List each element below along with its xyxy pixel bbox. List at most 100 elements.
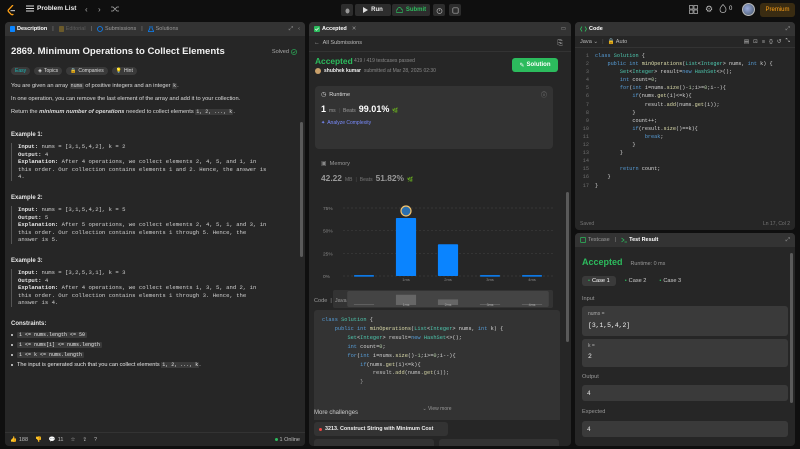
- analyze-complexity-link[interactable]: ✦ Analyze Complexity: [321, 120, 371, 126]
- notes-icon[interactable]: ▤: [744, 39, 749, 45]
- code-line[interactable]: 2 public int minOperations(List<Integer>…: [575, 60, 795, 68]
- next-problem-icon[interactable]: ›: [98, 5, 101, 14]
- language-select[interactable]: Java ⌄: [580, 39, 598, 45]
- hint-chip[interactable]: 💡 Hint: [111, 67, 137, 75]
- topics-chip[interactable]: ◈ Topics: [34, 67, 63, 75]
- code-line[interactable]: 14: [575, 157, 795, 165]
- testcases-passed: 419 / 419 testcases passed: [354, 58, 415, 64]
- star-icon[interactable]: ☆: [70, 437, 75, 443]
- share-icon[interactable]: ⇪: [82, 437, 87, 443]
- streak-icon[interactable]: 0: [719, 4, 732, 13]
- code-line[interactable]: 9 count++;: [575, 117, 795, 125]
- tab-test-result[interactable]: Test Result: [621, 237, 658, 243]
- tab-description[interactable]: Description: [10, 26, 47, 32]
- code-line[interactable]: 7 result.add(nums.get(i));: [575, 101, 795, 109]
- dislike-icon[interactable]: 👎: [35, 437, 42, 443]
- code-line[interactable]: 3 Set<Integer> result=new HashSet<>();: [575, 68, 795, 76]
- format-icon[interactable]: ≡: [762, 39, 765, 45]
- maximize-icon[interactable]: ⤢: [786, 26, 790, 33]
- code-line[interactable]: 10 if(result.size()==k){: [575, 125, 795, 133]
- code-line: class Solution {: [322, 317, 373, 323]
- code-line[interactable]: 16 }: [575, 173, 795, 181]
- code-line: if(nums.get(i)<=k){: [360, 361, 421, 368]
- notes-icon[interactable]: [449, 4, 461, 16]
- autosave-toggle[interactable]: 🔒 Auto: [608, 39, 628, 45]
- check-square-icon: [314, 26, 320, 32]
- memory-summary[interactable]: 42.22 MB | Beats 51.82% 🌿: [321, 173, 413, 183]
- expand-icon[interactable]: ⤡: [786, 38, 790, 45]
- challenge-item[interactable]: [439, 439, 559, 446]
- submit-button[interactable]: Submit: [392, 4, 430, 16]
- code-line[interactable]: 17}: [575, 182, 795, 190]
- code-line[interactable]: 1 class Solution {: [575, 52, 795, 60]
- tab-testcase[interactable]: Testcase: [580, 237, 610, 243]
- comments-button[interactable]: 💬 11: [49, 437, 64, 443]
- code-line[interactable]: 8 }: [575, 109, 795, 117]
- maximize-icon[interactable]: ⤢: [289, 26, 293, 33]
- code-line[interactable]: 6 if(nums.get(i)<=k){: [575, 92, 795, 100]
- settings-gear-icon[interactable]: ⚙: [705, 4, 713, 15]
- close-tab-icon[interactable]: ✕: [352, 26, 357, 32]
- prev-problem-icon[interactable]: ‹: [85, 5, 88, 14]
- problem-statement: You are given an array nums of positive …: [11, 83, 241, 115]
- braces-icon[interactable]: {}: [769, 39, 773, 45]
- scrollbar[interactable]: [790, 253, 793, 403]
- username[interactable]: shubhek kumar: [324, 68, 361, 74]
- debug-icon[interactable]: [341, 4, 353, 16]
- document-icon: [10, 26, 15, 32]
- code-line[interactable]: 15 return count;: [575, 165, 795, 173]
- code-line[interactable]: 5 for(int i=nums.size()-1;i>=0;i--){: [575, 84, 795, 92]
- info-icon[interactable]: ⓘ: [541, 90, 547, 99]
- chart-bar[interactable]: [437, 244, 459, 276]
- like-button[interactable]: 👍 188: [10, 437, 28, 443]
- tab-editorial[interactable]: Editorial: [58, 26, 86, 32]
- chart-bar[interactable]: [353, 275, 375, 277]
- user-avatar[interactable]: [315, 68, 321, 74]
- problem-list-button[interactable]: Problem List: [26, 5, 76, 12]
- pencil-icon: ✎: [519, 62, 525, 69]
- layout-icon[interactable]: [689, 5, 698, 14]
- tab-code[interactable]: Code: [580, 26, 603, 32]
- collapse-icon[interactable]: ‹: [298, 26, 300, 32]
- thumbs-up-icon: 👍: [10, 436, 17, 443]
- x-tick-label: 2ms: [444, 277, 452, 282]
- premium-button[interactable]: Premium: [760, 3, 795, 17]
- scrollbar[interactable]: [566, 192, 569, 342]
- submitted-code-preview[interactable]: class Solution { public int minOperation…: [314, 310, 560, 420]
- code-line[interactable]: 13 }: [575, 149, 795, 157]
- code-line[interactable]: 11 break;: [575, 133, 795, 141]
- reset-icon[interactable]: ↺: [777, 39, 782, 45]
- scrollbar[interactable]: [300, 122, 303, 257]
- shuffle-icon[interactable]: [111, 5, 119, 13]
- tab-accepted[interactable]: Accepted: [314, 26, 347, 32]
- avatar[interactable]: [742, 3, 755, 16]
- code-line[interactable]: 4 int count=0;: [575, 76, 795, 84]
- run-button[interactable]: Run: [355, 4, 391, 16]
- runtime-distribution-chart[interactable]: 75% 50% 25% 0% 1ms 2ms 3ms 4ms 1ms 2ms 3ms 4ms: [309, 194, 571, 314]
- companies-chip[interactable]: 🔒 Companies: [66, 67, 108, 75]
- case-tab-1[interactable]: • Case 1: [582, 276, 616, 286]
- back-to-submissions[interactable]: ← All Submissions: [314, 40, 362, 46]
- case-tab-3[interactable]: • Case 3: [655, 276, 685, 286]
- case-tab-2[interactable]: • Case 2: [621, 276, 651, 286]
- code-line[interactable]: 12 }: [575, 141, 795, 149]
- chart-bar[interactable]: [395, 217, 417, 276]
- panel-menu-icon[interactable]: ▭: [561, 26, 566, 32]
- challenge-item[interactable]: 3213. Construct String with Minimum Cost: [314, 422, 448, 436]
- tab-submissions[interactable]: Submissions: [97, 26, 136, 32]
- timer-icon[interactable]: [433, 4, 445, 16]
- copy-icon[interactable]: ⎘: [557, 40, 563, 48]
- logo-icon[interactable]: [6, 4, 18, 16]
- challenge-item[interactable]: [314, 439, 434, 446]
- k-value: 2: [588, 353, 592, 360]
- language-label: Java: [334, 298, 347, 304]
- code-editor[interactable]: 1 class Solution {2 public int minOperati…: [575, 52, 795, 214]
- tab-solutions[interactable]: Solutions: [147, 26, 178, 32]
- bookmark-icon[interactable]: ⊡: [753, 39, 758, 45]
- solution-button[interactable]: ✎ Solution: [512, 58, 558, 72]
- expected-value: 4: [582, 421, 788, 437]
- lock-icon: 🔒: [607, 38, 615, 45]
- maximize-icon[interactable]: ⤢: [786, 237, 790, 244]
- help-icon[interactable]: ?: [94, 437, 97, 443]
- runtime-card[interactable]: ◷ Runtime ⓘ 1 ms | Beats 99.01% 🌿 ✦ Analy…: [315, 86, 553, 149]
